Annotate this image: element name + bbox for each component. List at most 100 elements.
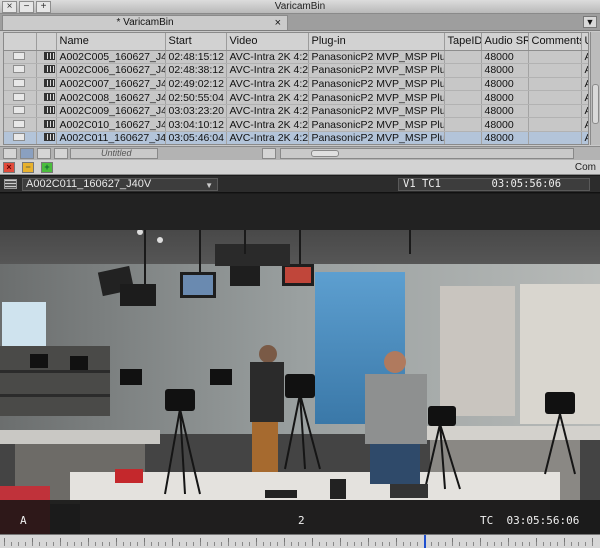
clip-name-cell[interactable]: A002C009_160627_J40V bbox=[56, 104, 166, 119]
video-cell[interactable]: AVC-Intra 2K 4:2:2 bbox=[226, 63, 309, 78]
row-checkbox[interactable] bbox=[13, 106, 25, 115]
clip-icon-cell[interactable] bbox=[36, 104, 57, 119]
tapeid-cell[interactable] bbox=[444, 131, 482, 144]
timecode-display[interactable]: V1 TC1 03:05:56:06 bbox=[398, 178, 590, 191]
comments-cell[interactable] bbox=[528, 63, 582, 78]
row-checkbox[interactable] bbox=[13, 119, 25, 128]
bin-fast-menu-button[interactable] bbox=[3, 148, 17, 159]
plugin-cell[interactable]: PanasonicP2 MVP_MSP Plug-In bbox=[308, 117, 445, 133]
video-cell[interactable]: AVC-Intra 2K 4:2:2 bbox=[226, 117, 309, 133]
row-check-cell[interactable] bbox=[4, 63, 37, 78]
row-check-cell[interactable] bbox=[4, 117, 37, 133]
video-cell[interactable]: AVC-Intra 2K 4:2:2 bbox=[226, 90, 309, 105]
row-check-cell[interactable] bbox=[4, 90, 37, 105]
tab-close-icon[interactable]: × bbox=[275, 16, 281, 30]
table-row[interactable]: A002C008_160627_J40V02:50:55:04AVC-Intra… bbox=[4, 90, 588, 105]
tapeid-cell[interactable] bbox=[444, 50, 482, 65]
start-cell[interactable]: 02:49:02:12 bbox=[165, 77, 227, 92]
bin-fast-menu-icon[interactable]: ▼ bbox=[583, 16, 597, 28]
column-header-name[interactable]: Name bbox=[56, 33, 166, 51]
zoom-button[interactable]: + bbox=[41, 162, 53, 173]
search-icon[interactable] bbox=[262, 148, 276, 159]
userc-cell[interactable]: A00 bbox=[581, 117, 588, 133]
clip-name-cell[interactable]: A002C011_160627_J40V bbox=[56, 131, 166, 144]
comments-cell[interactable] bbox=[528, 50, 582, 65]
audio-sr-cell[interactable]: 48000 bbox=[481, 117, 529, 133]
audio-sr-cell[interactable]: 48000 bbox=[481, 77, 529, 92]
userc-cell[interactable]: A00 bbox=[581, 77, 588, 92]
audio-sr-cell[interactable]: 48000 bbox=[481, 90, 529, 105]
column-header-tapeid[interactable]: TapeID bbox=[444, 33, 482, 51]
monitor-menu-icon[interactable] bbox=[4, 179, 17, 189]
column-header-comments[interactable]: Comments bbox=[528, 33, 582, 51]
position-indicator[interactable] bbox=[424, 535, 427, 548]
table-row[interactable]: A002C009_160627_J40V03:03:23:20AVC-Intra… bbox=[4, 104, 588, 119]
row-checkbox[interactable] bbox=[13, 65, 25, 74]
table-row[interactable]: A002C011_160627_J40V03:05:46:04AVC-Intra… bbox=[4, 131, 588, 144]
plugin-cell[interactable]: PanasonicP2 MVP_MSP Plug-In bbox=[308, 104, 445, 119]
table-row[interactable]: A002C007_160627_J40V02:49:02:12AVC-Intra… bbox=[4, 77, 588, 92]
bin-vertical-scrollbar[interactable] bbox=[590, 32, 600, 145]
composer-titlebar[interactable]: × − + Com bbox=[0, 160, 600, 175]
userc-cell[interactable]: A00 bbox=[581, 50, 588, 65]
bin-view-select[interactable]: Untitled bbox=[70, 148, 158, 159]
column-header-check[interactable] bbox=[4, 33, 37, 51]
clip-name-cell[interactable]: A002C010_160627_J40V bbox=[56, 117, 166, 133]
position-bar[interactable] bbox=[0, 534, 600, 548]
comments-cell[interactable] bbox=[528, 90, 582, 105]
comments-cell[interactable] bbox=[528, 131, 582, 144]
column-header-icon[interactable] bbox=[36, 33, 57, 51]
clip-name-cell[interactable]: A002C005_160627_J40V bbox=[56, 50, 166, 65]
audio-sr-cell[interactable]: 48000 bbox=[481, 131, 529, 144]
clip-name-cell[interactable]: A002C007_160627_J40V bbox=[56, 77, 166, 92]
userc-cell[interactable]: A00 bbox=[581, 131, 588, 144]
clip-icon-cell[interactable] bbox=[36, 50, 57, 65]
tapeid-cell[interactable] bbox=[444, 90, 482, 105]
clip-name-cell[interactable]: A002C008_160627_J40V bbox=[56, 90, 166, 105]
script-view-button[interactable] bbox=[54, 148, 68, 159]
start-cell[interactable]: 02:48:15:12 bbox=[165, 50, 227, 65]
row-check-cell[interactable] bbox=[4, 104, 37, 119]
clip-icon-cell[interactable] bbox=[36, 90, 57, 105]
scrollbar-thumb[interactable] bbox=[592, 84, 599, 124]
clip-icon-cell[interactable] bbox=[36, 131, 57, 144]
comments-cell[interactable] bbox=[528, 104, 582, 119]
audio-sr-cell[interactable]: 48000 bbox=[481, 50, 529, 65]
tapeid-cell[interactable] bbox=[444, 117, 482, 133]
list-view-button[interactable] bbox=[20, 148, 34, 159]
table-row[interactable]: A002C010_160627_J40V03:04:10:12AVC-Intra… bbox=[4, 117, 588, 133]
column-header-plugin[interactable]: Plug-in bbox=[308, 33, 445, 51]
bin-horizontal-scrollbar[interactable] bbox=[280, 148, 574, 159]
video-cell[interactable]: AVC-Intra 2K 4:2:2 bbox=[226, 77, 309, 92]
plugin-cell[interactable]: PanasonicP2 MVP_MSP Plug-In bbox=[308, 131, 445, 144]
audio-sr-cell[interactable]: 48000 bbox=[481, 63, 529, 78]
row-checkbox[interactable] bbox=[13, 133, 25, 142]
video-cell[interactable]: AVC-Intra 2K 4:2:2 bbox=[226, 50, 309, 65]
start-cell[interactable]: 03:05:46:04 bbox=[165, 131, 227, 144]
audio-sr-cell[interactable]: 48000 bbox=[481, 104, 529, 119]
comments-cell[interactable] bbox=[528, 77, 582, 92]
clip-icon-cell[interactable] bbox=[36, 77, 57, 92]
userc-cell[interactable]: A00 bbox=[581, 63, 588, 78]
comments-cell[interactable] bbox=[528, 117, 582, 133]
column-header-userc[interactable]: UserC bbox=[581, 33, 588, 51]
column-header-audio-sr[interactable]: Audio SR bbox=[481, 33, 529, 51]
bin-titlebar[interactable]: × − + VaricamBin bbox=[0, 0, 600, 14]
row-checkbox[interactable] bbox=[13, 51, 25, 60]
scrollbar-thumb[interactable] bbox=[311, 150, 339, 157]
row-check-cell[interactable] bbox=[4, 77, 37, 92]
start-cell[interactable]: 03:04:10:12 bbox=[165, 117, 227, 133]
column-header-video[interactable]: Video bbox=[226, 33, 309, 51]
row-check-cell[interactable] bbox=[4, 50, 37, 65]
start-cell[interactable]: 03:03:23:20 bbox=[165, 104, 227, 119]
clip-name-cell[interactable]: A002C006_160627_J40V bbox=[56, 63, 166, 78]
tapeid-cell[interactable] bbox=[444, 104, 482, 119]
table-row[interactable]: A002C006_160627_J40V02:48:38:12AVC-Intra… bbox=[4, 63, 588, 78]
video-frame[interactable]: A 2 TC 03:05:56:06 bbox=[0, 194, 600, 534]
row-checkbox[interactable] bbox=[13, 78, 25, 87]
plugin-cell[interactable]: PanasonicP2 MVP_MSP Plug-In bbox=[308, 77, 445, 92]
plugin-cell[interactable]: PanasonicP2 MVP_MSP Plug-In bbox=[308, 50, 445, 65]
row-checkbox[interactable] bbox=[13, 92, 25, 101]
close-button[interactable]: × bbox=[3, 162, 15, 173]
column-header-start[interactable]: Start bbox=[165, 33, 227, 51]
